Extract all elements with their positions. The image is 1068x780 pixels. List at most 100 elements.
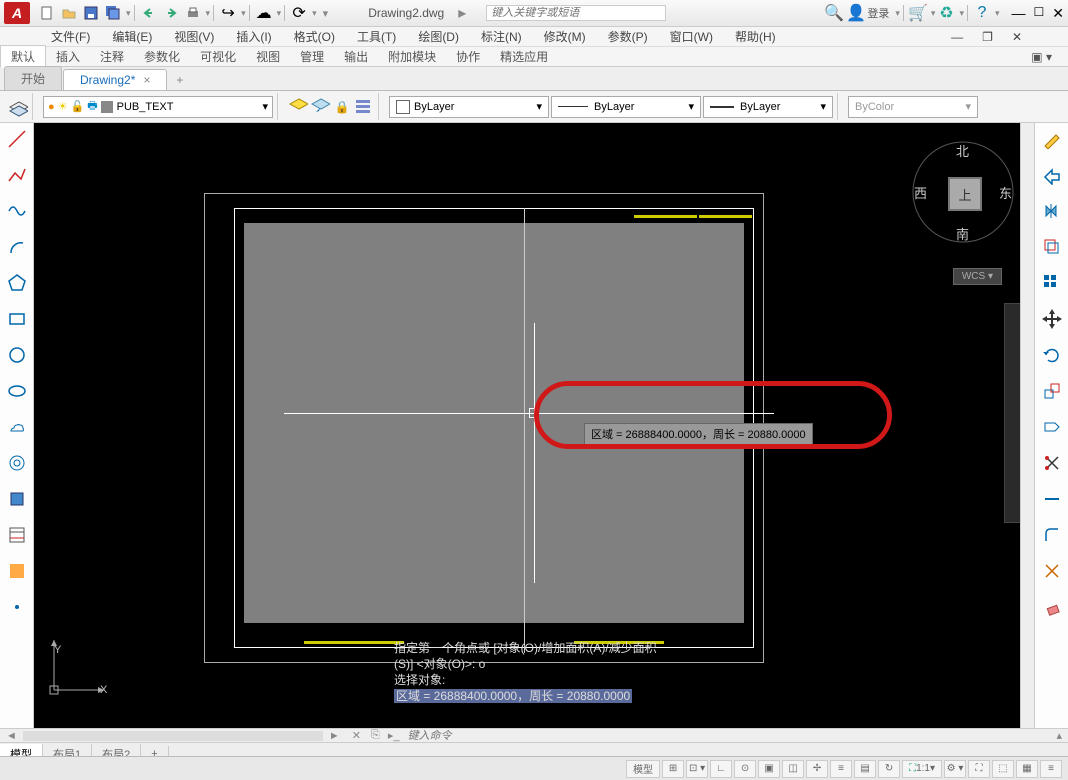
color-select[interactable]: ByLayer▾ — [389, 96, 549, 118]
ribbon-annotate[interactable]: 注释 — [90, 46, 134, 67]
plotstyle-select[interactable]: ByColor▾ — [848, 96, 978, 118]
move-icon[interactable] — [1040, 163, 1064, 187]
menu-insert[interactable]: 插入(I) — [236, 28, 271, 45]
menu-tools[interactable]: 工具(T) — [357, 28, 396, 45]
cart-icon[interactable]: 🛒 — [909, 4, 927, 22]
cmd-options-icon[interactable]: ▴ — [1050, 729, 1068, 742]
status-snap-icon[interactable]: ⊡ ▾ — [686, 760, 708, 778]
tab-add-icon[interactable]: + — [168, 70, 191, 90]
status-scale[interactable]: ⛶ 1:1 ▾ — [902, 760, 942, 778]
cmd-history-icon[interactable]: ⎘ — [367, 729, 384, 742]
polyline-icon[interactable] — [5, 163, 29, 187]
cmd-close-icon[interactable]: ✕ — [346, 729, 367, 742]
rectangle-icon[interactable] — [5, 307, 29, 331]
save-icon[interactable] — [82, 4, 100, 22]
drawing-canvas[interactable]: 区域 = 26888400.0000，周长 = 20880.0000 北 南 东… — [34, 123, 1034, 728]
ribbon-parametric[interactable]: 参数化 — [134, 46, 190, 67]
trim-icon[interactable] — [1040, 451, 1064, 475]
menu-dimension[interactable]: 标注(N) — [481, 28, 522, 45]
doc-minimize-icon[interactable]: — — [951, 30, 963, 44]
layer-state-icon[interactable] — [288, 97, 308, 117]
binoculars-icon[interactable]: 🔍 — [825, 4, 843, 22]
search-input[interactable] — [486, 5, 666, 21]
status-grid-icon[interactable]: ⊞ — [662, 760, 684, 778]
polygon-icon[interactable] — [5, 271, 29, 295]
spline-icon[interactable] — [5, 199, 29, 223]
menu-view[interactable]: 视图(V) — [174, 28, 214, 45]
layer-select[interactable]: ● ☀ 🔓 🖶 PUB_TEXT ▾ — [43, 96, 273, 118]
ribbon-view[interactable]: 视图 — [246, 46, 290, 67]
explode-icon[interactable] — [1040, 559, 1064, 583]
ribbon-collapse-icon[interactable]: ▣ ▾ — [1021, 48, 1062, 66]
extend-icon[interactable] — [1040, 487, 1064, 511]
pencil-icon[interactable] — [1040, 127, 1064, 151]
block-icon[interactable] — [5, 487, 29, 511]
ribbon-visualize[interactable]: 可视化 — [190, 46, 246, 67]
donut-icon[interactable] — [5, 451, 29, 475]
status-cycle-icon[interactable]: ↻ — [878, 760, 900, 778]
mirror-icon[interactable] — [1040, 199, 1064, 223]
share-icon[interactable]: ↪ — [219, 4, 237, 22]
layer-list-icon[interactable] — [354, 97, 374, 117]
doc-restore-icon[interactable]: ❐ — [982, 30, 993, 44]
status-dyn-icon[interactable]: ✢ — [806, 760, 828, 778]
array-icon[interactable] — [1040, 271, 1064, 295]
command-input[interactable] — [407, 730, 1050, 742]
redo-icon[interactable] — [162, 4, 180, 22]
fillet-icon[interactable] — [1040, 523, 1064, 547]
status-model[interactable]: 模型 — [626, 760, 660, 778]
view-cube[interactable]: 北 南 东 西 上 — [908, 137, 1018, 247]
layer-properties-icon[interactable] — [8, 97, 28, 117]
menu-edit[interactable]: 编辑(E) — [112, 28, 152, 45]
status-polar-icon[interactable]: ⊙ — [734, 760, 756, 778]
login-link[interactable]: 登录 — [867, 5, 889, 21]
exchange-icon[interactable]: ♻ — [937, 4, 955, 22]
ribbon-featured[interactable]: 精选应用 — [490, 46, 558, 67]
status-customize-icon[interactable]: ≡ — [1040, 760, 1062, 778]
hatch-icon[interactable] — [5, 523, 29, 547]
offset-icon[interactable] — [1040, 235, 1064, 259]
saveall-icon[interactable] — [104, 4, 122, 22]
stretch-icon[interactable] — [1040, 415, 1064, 439]
point-icon[interactable] — [5, 595, 29, 619]
status-gear-icon[interactable]: ⚙ ▾ — [944, 760, 966, 778]
status-clean-icon[interactable]: ▦ — [1016, 760, 1038, 778]
status-max-icon[interactable]: ⛶ — [968, 760, 990, 778]
layer-prev-icon[interactable] — [310, 97, 330, 117]
lineweight-select[interactable]: ByLayer▾ — [703, 96, 833, 118]
gradient-icon[interactable] — [5, 559, 29, 583]
new-icon[interactable] — [38, 4, 56, 22]
ribbon-default[interactable]: 默认 — [0, 45, 46, 68]
tab-close-icon[interactable]: × — [143, 73, 150, 87]
close-icon[interactable]: ✕ — [1052, 5, 1064, 22]
menu-help[interactable]: 帮助(H) — [735, 28, 776, 45]
open-icon[interactable] — [60, 4, 78, 22]
layer-lock-icon[interactable]: 🔒 — [332, 97, 352, 117]
menu-draw[interactable]: 绘图(D) — [418, 28, 459, 45]
arc-icon[interactable] — [5, 235, 29, 259]
revcloud-icon[interactable] — [5, 415, 29, 439]
tab-start[interactable]: 开始 — [4, 66, 62, 90]
scrollbar-h[interactable] — [23, 731, 323, 741]
pan-icon[interactable] — [1040, 307, 1064, 331]
status-lw-icon[interactable]: ≡ — [830, 760, 852, 778]
print-icon[interactable] — [184, 4, 202, 22]
linetype-select[interactable]: ByLayer▾ — [551, 96, 701, 118]
menu-format[interactable]: 格式(O) — [294, 28, 335, 45]
app-logo[interactable]: A — [4, 2, 30, 24]
menu-modify[interactable]: 修改(M) — [544, 28, 586, 45]
ribbon-insert[interactable]: 插入 — [46, 46, 90, 67]
rotate-icon[interactable] — [1040, 343, 1064, 367]
undo-icon[interactable] — [140, 4, 158, 22]
status-ortho-icon[interactable]: ∟ — [710, 760, 732, 778]
ribbon-collaborate[interactable]: 协作 — [446, 46, 490, 67]
status-trans-icon[interactable]: ▤ — [854, 760, 876, 778]
ribbon-addins[interactable]: 附加模块 — [378, 46, 446, 67]
status-osnap-icon[interactable]: ▣ — [758, 760, 780, 778]
scale-icon[interactable] — [1040, 379, 1064, 403]
help-icon[interactable]: ? — [973, 4, 991, 22]
scroll-left-icon[interactable]: ◄ — [0, 730, 23, 742]
scrollbar-v[interactable] — [1020, 123, 1034, 728]
maximize-icon[interactable]: ☐ — [1034, 5, 1045, 22]
status-3dosnap-icon[interactable]: ◫ — [782, 760, 804, 778]
